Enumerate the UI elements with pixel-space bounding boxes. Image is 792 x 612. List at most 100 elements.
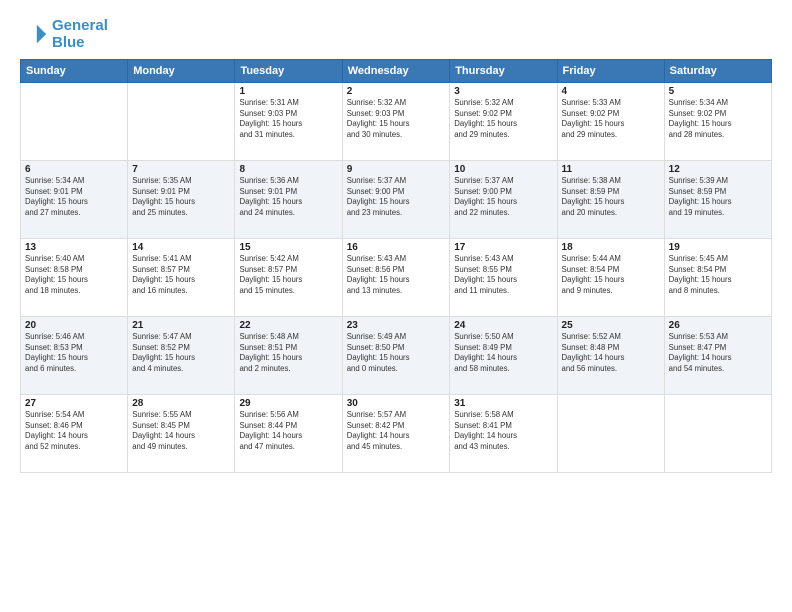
day-number: 29 [239, 398, 337, 409]
day-info: Sunrise: 5:44 AM Sunset: 8:54 PM Dayligh… [562, 254, 660, 296]
day-header-saturday: Saturday [664, 60, 771, 83]
calendar-cell: 17Sunrise: 5:43 AM Sunset: 8:55 PM Dayli… [450, 239, 557, 317]
day-number: 13 [25, 242, 123, 253]
calendar-cell: 2Sunrise: 5:32 AM Sunset: 9:03 PM Daylig… [342, 83, 450, 161]
calendar-cell [557, 395, 664, 473]
calendar-table: SundayMondayTuesdayWednesdayThursdayFrid… [20, 59, 772, 473]
day-number: 31 [454, 398, 552, 409]
day-number: 12 [669, 164, 767, 175]
day-info: Sunrise: 5:49 AM Sunset: 8:50 PM Dayligh… [347, 332, 446, 374]
day-info: Sunrise: 5:41 AM Sunset: 8:57 PM Dayligh… [132, 254, 230, 296]
calendar-cell [128, 83, 235, 161]
day-info: Sunrise: 5:43 AM Sunset: 8:56 PM Dayligh… [347, 254, 446, 296]
day-number: 6 [25, 164, 123, 175]
calendar-cell: 28Sunrise: 5:55 AM Sunset: 8:45 PM Dayli… [128, 395, 235, 473]
day-info: Sunrise: 5:52 AM Sunset: 8:48 PM Dayligh… [562, 332, 660, 374]
calendar-cell: 14Sunrise: 5:41 AM Sunset: 8:57 PM Dayli… [128, 239, 235, 317]
calendar-cell: 25Sunrise: 5:52 AM Sunset: 8:48 PM Dayli… [557, 317, 664, 395]
calendar-cell: 6Sunrise: 5:34 AM Sunset: 9:01 PM Daylig… [21, 161, 128, 239]
week-row-1: 1Sunrise: 5:31 AM Sunset: 9:03 PM Daylig… [21, 83, 772, 161]
day-info: Sunrise: 5:48 AM Sunset: 8:51 PM Dayligh… [239, 332, 337, 374]
day-number: 9 [347, 164, 446, 175]
day-number: 8 [239, 164, 337, 175]
day-number: 23 [347, 320, 446, 331]
day-info: Sunrise: 5:57 AM Sunset: 8:42 PM Dayligh… [347, 410, 446, 452]
day-header-wednesday: Wednesday [342, 60, 450, 83]
calendar-cell: 16Sunrise: 5:43 AM Sunset: 8:56 PM Dayli… [342, 239, 450, 317]
day-info: Sunrise: 5:43 AM Sunset: 8:55 PM Dayligh… [454, 254, 552, 296]
day-number: 27 [25, 398, 123, 409]
calendar-cell: 4Sunrise: 5:33 AM Sunset: 9:02 PM Daylig… [557, 83, 664, 161]
day-number: 30 [347, 398, 446, 409]
day-info: Sunrise: 5:42 AM Sunset: 8:57 PM Dayligh… [239, 254, 337, 296]
day-info: Sunrise: 5:36 AM Sunset: 9:01 PM Dayligh… [239, 176, 337, 218]
calendar-cell: 20Sunrise: 5:46 AM Sunset: 8:53 PM Dayli… [21, 317, 128, 395]
logo: General Blue [20, 18, 108, 51]
calendar-cell: 3Sunrise: 5:32 AM Sunset: 9:02 PM Daylig… [450, 83, 557, 161]
day-info: Sunrise: 5:39 AM Sunset: 8:59 PM Dayligh… [669, 176, 767, 218]
day-number: 19 [669, 242, 767, 253]
header-row: SundayMondayTuesdayWednesdayThursdayFrid… [21, 60, 772, 83]
day-info: Sunrise: 5:55 AM Sunset: 8:45 PM Dayligh… [132, 410, 230, 452]
calendar-cell: 15Sunrise: 5:42 AM Sunset: 8:57 PM Dayli… [235, 239, 342, 317]
day-number: 16 [347, 242, 446, 253]
day-number: 20 [25, 320, 123, 331]
day-info: Sunrise: 5:33 AM Sunset: 9:02 PM Dayligh… [562, 98, 660, 140]
calendar-cell: 11Sunrise: 5:38 AM Sunset: 8:59 PM Dayli… [557, 161, 664, 239]
day-number: 1 [239, 86, 337, 97]
day-number: 10 [454, 164, 552, 175]
day-info: Sunrise: 5:50 AM Sunset: 8:49 PM Dayligh… [454, 332, 552, 374]
calendar-cell: 8Sunrise: 5:36 AM Sunset: 9:01 PM Daylig… [235, 161, 342, 239]
calendar-cell [664, 395, 771, 473]
day-info: Sunrise: 5:46 AM Sunset: 8:53 PM Dayligh… [25, 332, 123, 374]
day-header-thursday: Thursday [450, 60, 557, 83]
logo-icon [20, 21, 48, 49]
day-number: 4 [562, 86, 660, 97]
day-info: Sunrise: 5:32 AM Sunset: 9:02 PM Dayligh… [454, 98, 552, 140]
week-row-2: 6Sunrise: 5:34 AM Sunset: 9:01 PM Daylig… [21, 161, 772, 239]
day-header-sunday: Sunday [21, 60, 128, 83]
day-number: 11 [562, 164, 660, 175]
day-number: 26 [669, 320, 767, 331]
page: General Blue SundayMondayTuesdayWednesda… [0, 0, 792, 612]
day-info: Sunrise: 5:35 AM Sunset: 9:01 PM Dayligh… [132, 176, 230, 218]
calendar-cell: 9Sunrise: 5:37 AM Sunset: 9:00 PM Daylig… [342, 161, 450, 239]
calendar-cell [21, 83, 128, 161]
day-info: Sunrise: 5:40 AM Sunset: 8:58 PM Dayligh… [25, 254, 123, 296]
day-number: 28 [132, 398, 230, 409]
day-info: Sunrise: 5:53 AM Sunset: 8:47 PM Dayligh… [669, 332, 767, 374]
day-number: 3 [454, 86, 552, 97]
day-number: 5 [669, 86, 767, 97]
day-info: Sunrise: 5:58 AM Sunset: 8:41 PM Dayligh… [454, 410, 552, 452]
day-info: Sunrise: 5:38 AM Sunset: 8:59 PM Dayligh… [562, 176, 660, 218]
day-info: Sunrise: 5:31 AM Sunset: 9:03 PM Dayligh… [239, 98, 337, 140]
calendar-cell: 26Sunrise: 5:53 AM Sunset: 8:47 PM Dayli… [664, 317, 771, 395]
calendar-cell: 13Sunrise: 5:40 AM Sunset: 8:58 PM Dayli… [21, 239, 128, 317]
calendar-cell: 29Sunrise: 5:56 AM Sunset: 8:44 PM Dayli… [235, 395, 342, 473]
day-number: 22 [239, 320, 337, 331]
week-row-3: 13Sunrise: 5:40 AM Sunset: 8:58 PM Dayli… [21, 239, 772, 317]
calendar-cell: 23Sunrise: 5:49 AM Sunset: 8:50 PM Dayli… [342, 317, 450, 395]
calendar-cell: 18Sunrise: 5:44 AM Sunset: 8:54 PM Dayli… [557, 239, 664, 317]
day-number: 17 [454, 242, 552, 253]
day-info: Sunrise: 5:37 AM Sunset: 9:00 PM Dayligh… [347, 176, 446, 218]
day-info: Sunrise: 5:32 AM Sunset: 9:03 PM Dayligh… [347, 98, 446, 140]
week-row-4: 20Sunrise: 5:46 AM Sunset: 8:53 PM Dayli… [21, 317, 772, 395]
logo-text: General Blue [52, 18, 108, 51]
day-number: 2 [347, 86, 446, 97]
day-info: Sunrise: 5:54 AM Sunset: 8:46 PM Dayligh… [25, 410, 123, 452]
day-number: 25 [562, 320, 660, 331]
day-number: 24 [454, 320, 552, 331]
day-header-tuesday: Tuesday [235, 60, 342, 83]
calendar-cell: 31Sunrise: 5:58 AM Sunset: 8:41 PM Dayli… [450, 395, 557, 473]
header: General Blue [20, 18, 772, 51]
calendar-cell: 21Sunrise: 5:47 AM Sunset: 8:52 PM Dayli… [128, 317, 235, 395]
day-header-monday: Monday [128, 60, 235, 83]
calendar-cell: 24Sunrise: 5:50 AM Sunset: 8:49 PM Dayli… [450, 317, 557, 395]
day-number: 14 [132, 242, 230, 253]
day-number: 7 [132, 164, 230, 175]
calendar-cell: 19Sunrise: 5:45 AM Sunset: 8:54 PM Dayli… [664, 239, 771, 317]
day-number: 21 [132, 320, 230, 331]
week-row-5: 27Sunrise: 5:54 AM Sunset: 8:46 PM Dayli… [21, 395, 772, 473]
calendar-cell: 30Sunrise: 5:57 AM Sunset: 8:42 PM Dayli… [342, 395, 450, 473]
